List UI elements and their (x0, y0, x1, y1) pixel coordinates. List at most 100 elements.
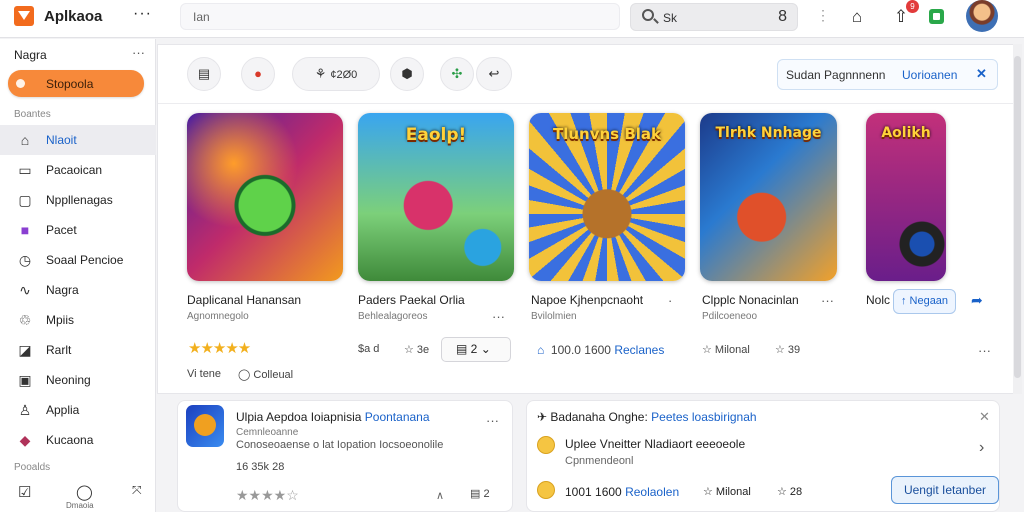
panel-stars: ★★★★☆ (236, 487, 299, 503)
search-count: 8 (778, 8, 787, 25)
apps-icon: ✣ (451, 66, 463, 81)
shield-icon: ⬢ (401, 66, 413, 81)
more-icon[interactable]: · (668, 293, 672, 308)
game-art-title: Aolikh (881, 125, 931, 141)
sort-value: Uorioanen (902, 68, 958, 82)
sidebar-item[interactable]: ◆ Kucaona (0, 425, 156, 455)
more-icon[interactable]: ··· (486, 413, 499, 428)
home-icon[interactable]: ⌂ (846, 6, 868, 28)
star-rating: ★★★★★ (188, 340, 251, 357)
filter-notification[interactable]: ● (241, 57, 275, 91)
more-icon[interactable]: ··· (821, 293, 834, 308)
emoji-icon (537, 436, 555, 454)
search-input-left[interactable]: Ian (180, 3, 620, 30)
panel-title: Ulpia Aepdoa Ioiapnisia Poontanana (236, 410, 430, 424)
dot-icon (16, 79, 25, 88)
bottom-label: Dmaoia (66, 501, 94, 510)
install-button[interactable]: Uengit Ietanber (891, 476, 999, 504)
more-icon[interactable]: ··· (978, 343, 991, 358)
downloads-count: 1001 1600 (565, 485, 622, 499)
comment-icon[interactable]: ◯ (76, 483, 93, 501)
sidebar-header: Nagra (14, 48, 47, 62)
checkbox-icon[interactable]: ☑ (18, 483, 31, 501)
divider (158, 103, 1015, 104)
avatar[interactable] (966, 0, 998, 32)
downloads-count: 100.0 1600 (550, 343, 611, 357)
sidebar-item[interactable]: ∿ Nagra (0, 275, 156, 305)
search-icon (642, 9, 654, 21)
sidebar-item[interactable]: ♲ Mpiis (0, 305, 156, 335)
downloads-label: Reolaolen (625, 485, 680, 499)
panel-count: ▤ 2 (470, 488, 490, 500)
sidebar-item-label: Neoning (46, 373, 91, 387)
expand-icon[interactable]: ⤧ (132, 483, 142, 498)
sidebar-item[interactable]: ♙ Applia (0, 395, 156, 425)
game-title[interactable]: Paders Paekal Orlia (358, 293, 465, 307)
sidebar-item[interactable]: ▢ Nppllenagas (0, 185, 156, 215)
app-thumbnail[interactable] (186, 405, 224, 447)
game-art-title: Tlunvns Blak (552, 125, 661, 143)
dropdown-value: 2 (470, 342, 478, 356)
downloads-meta: ⌂ 100.0 1600 Reclanes (537, 343, 664, 357)
sort-control[interactable]: Sudan Pagnnnenn Uorioanen ✕ (777, 59, 998, 90)
panel-link[interactable]: Peetes loasbirignah (651, 410, 756, 424)
comment-meta: ◯ Colleual (238, 369, 294, 381)
close-icon[interactable]: ✕ (976, 66, 987, 82)
close-icon[interactable]: ✕ (979, 409, 990, 425)
sidebar-item-label: Nagra (46, 283, 79, 297)
game-card[interactable]: Aolikh (866, 113, 946, 281)
small-rating-value: 39 (787, 344, 801, 356)
filter-shield[interactable]: ⬢ (390, 57, 424, 91)
sidebar-item[interactable]: ▣ Neoning (0, 365, 156, 395)
game-subtitle: Agnomnegolo (187, 311, 249, 322)
scrollbar-thumb[interactable] (1014, 56, 1021, 378)
chevron-right-icon[interactable]: › (979, 439, 984, 457)
top-menu-dots[interactable]: ⋮ (816, 7, 830, 24)
chat-icon[interactable] (929, 9, 944, 24)
filter-apps[interactable]: ✣ (440, 57, 474, 91)
game-title[interactable]: Daplicanal Hanansan (187, 293, 301, 307)
rating-dropdown[interactable]: ▤ 2 ⌄ (441, 337, 511, 362)
share-icon: ↩ (488, 66, 500, 81)
app-menu-dots[interactable]: ··· (133, 5, 152, 23)
filter-text: ¢2Ø0 (330, 69, 358, 81)
filter-person[interactable]: ⚘ ¢2Ø0 (292, 57, 380, 91)
install-button[interactable]: ↑ Negaan (893, 289, 956, 314)
recommendation-title[interactable]: Uplee Vneitter Nladiaort eeeoeole (565, 437, 745, 451)
sidebar-item[interactable]: ⌂ Nlaoit (0, 125, 156, 155)
share-icon[interactable]: ➦ (971, 292, 983, 309)
sidebar-item-label: Nlaoit (46, 133, 77, 147)
filter-share[interactable]: ↩ (476, 57, 512, 91)
sidebar-item[interactable]: ▭ Pacaoican (0, 155, 156, 185)
downloads-meta: 1001 1600 Reolaolen (565, 485, 679, 499)
game-title[interactable]: Nolc (866, 293, 890, 307)
small-rating: ☆ 39 (775, 344, 801, 356)
sidebar-item[interactable]: ◷ Soaal Pencioe (0, 245, 156, 275)
sidebar-item[interactable]: ■ Pacet (0, 215, 156, 245)
game-card[interactable] (187, 113, 343, 281)
search-input[interactable]: Sk 8 (630, 3, 798, 31)
scrollbar[interactable] (1013, 44, 1022, 394)
app-logo[interactable] (14, 6, 34, 26)
search-query: Sk (663, 11, 678, 25)
sidebar-item-label: Kucaona (46, 433, 94, 447)
more-icon[interactable]: ··· (492, 309, 505, 324)
game-card[interactable]: Tlunvns Blak (529, 113, 685, 281)
sidebar-menu-dots[interactable]: ··· (132, 45, 145, 60)
panel-rating-text: 16 35k 28 (236, 461, 285, 473)
chart-icon: ◪ (18, 342, 32, 358)
sidebar-active-item[interactable]: Stopoola (8, 70, 144, 97)
mineral-text: Milonal (715, 486, 751, 498)
top-bar: Aplkaoa ··· Ian Sk 8 ⋮ ⌂ ⇧ 9 (0, 0, 1024, 38)
game-card[interactable]: Eaolp! (358, 113, 514, 281)
game-title[interactable]: Napoe Kjhenpcnaoht (531, 293, 643, 307)
game-art-title: Tlrhk Nnhage (715, 125, 822, 141)
game-card[interactable]: Tlrhk Nnhage (700, 113, 837, 281)
game-title[interactable]: Clpplc Nonacinlan (702, 293, 799, 307)
filter-document[interactable]: ▤ (187, 57, 221, 91)
game-art-title: Eaolp! (405, 125, 467, 145)
sidebar-item[interactable]: ◪ Rarlt (0, 335, 156, 365)
price-text: $a d (358, 343, 380, 355)
panel-link[interactable]: Poontanana (365, 410, 430, 424)
comment-text: Colleual (253, 369, 294, 381)
